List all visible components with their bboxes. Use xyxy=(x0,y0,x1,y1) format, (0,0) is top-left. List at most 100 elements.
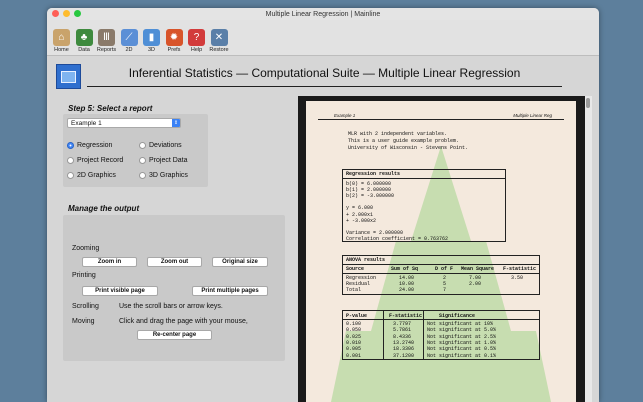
radio-label: Deviations xyxy=(149,142,182,149)
radio-label: Project Data xyxy=(149,157,188,164)
vertical-scrollbar[interactable] xyxy=(585,96,592,402)
scrolling-label: Scrolling xyxy=(72,303,99,310)
pvalue-cell: Not significant at 2.5% xyxy=(427,333,497,340)
anova-header: Source xyxy=(346,266,365,272)
pvalue-cell: 0.005 xyxy=(346,346,362,353)
regression-line: Variance = 2.000000 xyxy=(346,229,404,236)
regression-line: Correlation coefficient = 0.763762 xyxy=(346,235,449,242)
page-title: Inferential Statistics — Computational S… xyxy=(128,66,521,80)
maple-leaf-icon: ✹ xyxy=(165,29,183,46)
app-logo-icon xyxy=(56,64,81,89)
pvalue-cell: 37.1200 xyxy=(393,352,415,359)
tree-icon: ♣ xyxy=(75,29,93,46)
radio-dot[interactable] xyxy=(139,172,146,179)
toolbar-label: 2D xyxy=(125,47,133,53)
original-size-button[interactable]: Original size xyxy=(212,257,268,267)
toolbar-label: Prefs xyxy=(167,47,181,53)
pvalue-cell: Not significant at 10% xyxy=(427,321,494,327)
toolbar-label: Home xyxy=(54,47,69,53)
anova-header: Mean Square xyxy=(461,266,495,272)
pvalue-cell: Not significant at 0.5% xyxy=(427,346,497,353)
help-icon: ? xyxy=(188,29,205,46)
anova-results-title: ANOVA results xyxy=(346,257,386,263)
pvalue-cell: 13.2740 xyxy=(393,339,415,346)
toolbar-data-button[interactable]: ♣ Data xyxy=(74,29,95,53)
radio-project-record[interactable]: Project Record xyxy=(67,157,123,164)
report-header-right: Multiple Linear Reg xyxy=(513,113,552,118)
radio-deviations[interactable]: Deviations xyxy=(139,142,182,149)
pvalue-cell: Not significant at 1.0% xyxy=(427,339,497,346)
radio-label: Regression xyxy=(77,142,113,149)
toolbar-3d-button[interactable]: ▮ 3D xyxy=(141,29,162,53)
anova-header: Sum of Sq xyxy=(391,266,419,272)
pvalue-cell: 0.025 xyxy=(346,333,362,340)
radio-regression[interactable]: Regression xyxy=(67,142,112,149)
radio-dot[interactable] xyxy=(67,142,74,149)
print-multiple-pages-button[interactable]: Print multiple pages xyxy=(192,286,268,296)
title-bar: Multiple Linear Regression | Mainline xyxy=(47,8,599,20)
radio-label: Project Record xyxy=(77,157,124,164)
pvalue-cell: Not significant at 0.1% xyxy=(427,352,497,359)
pvalue-cell: 5.7861 xyxy=(393,327,412,334)
report-page[interactable]: Example 1 Multiple Linear Reg MLR with 2… xyxy=(306,101,576,402)
regression-line: b(1) = 2.000000 xyxy=(346,187,392,194)
anova-header: D of F xyxy=(435,266,454,272)
regression-results-box: Regression results b(0) = 6.000000 b(1) =… xyxy=(342,169,506,242)
toolbar: ⌂ Home ♣ Data Ⅲ Reports ⟋ 2D ▮ 3D ✹ Prefs? Help ✕ Rest… xyxy=(47,20,599,56)
anova-cell: 7 xyxy=(443,287,447,293)
radio-3d-graphics[interactable]: 3D Graphics xyxy=(139,172,188,179)
pvalue-cell: 0.100 xyxy=(346,321,362,327)
toolbar-label: Data xyxy=(78,47,90,53)
toolbar-help-button[interactable]: ? Help xyxy=(186,29,207,53)
report-dropdown[interactable]: Example 1 ⇕ xyxy=(67,118,181,128)
pvalue-cell: 3.7797 xyxy=(393,321,412,327)
regression-results-title: Regression results xyxy=(346,171,401,177)
significance-box: P-value F-statistic Significance 0.100 3.779… xyxy=(342,310,540,360)
report-select-panel: Example 1 ⇕ Regression Deviations Project … xyxy=(63,114,208,187)
pvalue-cell: Not significant at 5.0% xyxy=(427,327,497,334)
intro-line: This is a user guide example problem. xyxy=(348,138,460,144)
zoom-in-button[interactable]: Zoom in xyxy=(82,257,137,267)
regression-line: y = 6.000 xyxy=(346,205,374,212)
regression-line: + -3.000x2 xyxy=(346,217,377,224)
radio-dot[interactable] xyxy=(67,172,74,179)
toolbar-home-button[interactable]: ⌂ Home xyxy=(51,29,72,53)
radio-dot[interactable] xyxy=(67,157,74,164)
report-intro: MLR with 2 independent variables. This is… xyxy=(348,131,468,152)
anova-header-rule xyxy=(343,273,539,274)
columns-icon: Ⅲ xyxy=(98,29,115,46)
moving-text: Click and drag the page with your mouse, xyxy=(119,318,248,325)
radio-dot[interactable] xyxy=(139,157,146,164)
recenter-page-button[interactable]: Re-center page xyxy=(137,330,212,340)
toolbar-label: Restore xyxy=(209,47,229,53)
zooming-label: Zooming xyxy=(72,245,100,252)
zoom-out-button[interactable]: Zoom out xyxy=(147,257,202,267)
pvalue-cell: 8.4336 xyxy=(393,333,412,340)
anova-cell: 2.00 xyxy=(469,281,482,287)
report-header-left: Example 1 xyxy=(334,113,356,118)
radio-project-data[interactable]: Project Data xyxy=(139,157,188,164)
radio-2d-graphics[interactable]: 2D Graphics xyxy=(67,172,116,179)
close-window-button[interactable] xyxy=(52,10,59,17)
toolbar-restore-button[interactable]: ✕ Restore xyxy=(209,29,230,53)
toolbar-reports-button[interactable]: Ⅲ Reports xyxy=(96,29,117,53)
toolbar-prefs-button[interactable]: ✹ Prefs xyxy=(164,29,185,53)
toolbar-label: Help xyxy=(190,47,203,53)
line-chart-icon: ⟋ xyxy=(120,29,138,46)
zoom-window-button[interactable] xyxy=(74,10,81,17)
report-viewer[interactable]: Example 1 Multiple Linear Reg MLR with 2… xyxy=(298,96,592,402)
toolbar-label: 3D xyxy=(147,47,156,53)
pvalue-cell: 0.001 xyxy=(346,352,362,359)
manage-output-panel: Zooming Zoom in Zoom out Original size P… xyxy=(63,215,285,361)
column-divider xyxy=(423,311,424,359)
print-visible-page-button[interactable]: Print visible page xyxy=(82,286,158,296)
title-divider xyxy=(87,86,562,87)
pvalue-header-rule xyxy=(343,319,539,320)
window-title: Multiple Linear Regression | Mainline xyxy=(265,10,381,18)
dropdown-arrows-icon: ⇕ xyxy=(172,119,180,127)
scroll-thumb[interactable] xyxy=(586,98,590,108)
radio-dot[interactable] xyxy=(139,142,146,149)
minimize-window-button[interactable] xyxy=(63,10,70,17)
toolbar-2d-button[interactable]: ⟋ 2D xyxy=(119,29,140,53)
intro-line: MLR with 2 independent variables. xyxy=(348,131,448,137)
